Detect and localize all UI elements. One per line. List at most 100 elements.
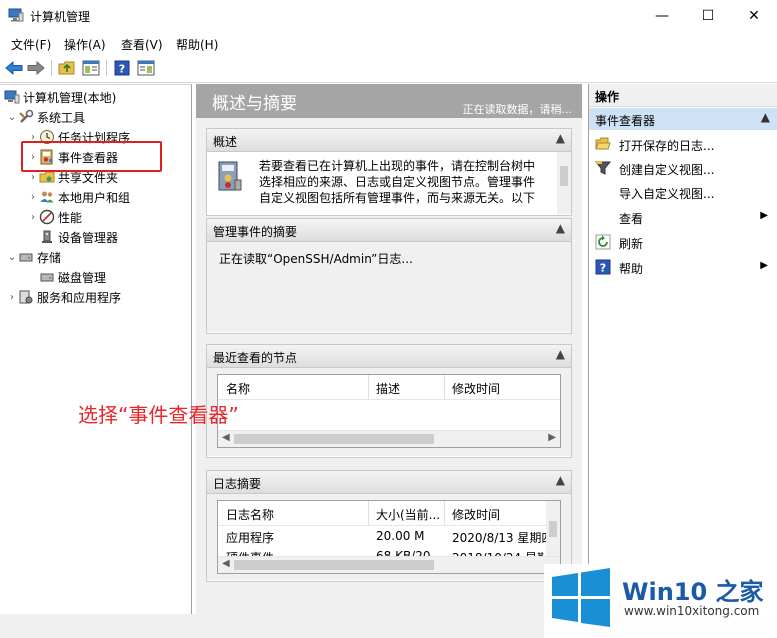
scroll-left-icon[interactable]: ◀: [222, 558, 230, 569]
action-help[interactable]: ? 帮助 ▶: [589, 255, 777, 279]
admin-summary-section: 管理事件的摘要 ▲ 正在读取“OpenSSH/Admin”日志...: [206, 218, 572, 334]
tree-node-disk-management[interactable]: 磁盘管理: [39, 267, 106, 287]
column-header-modified[interactable]: 修改时间: [452, 506, 500, 523]
toolbar-separator: [106, 60, 107, 76]
up-folder-icon[interactable]: [58, 59, 76, 77]
forward-arrow-icon[interactable]: [27, 59, 45, 77]
column-header-row: 名称 描述 修改时间: [218, 375, 560, 400]
storage-icon: [18, 249, 34, 265]
column-header-modified[interactable]: 修改时间: [452, 380, 500, 397]
log-summary-body: 日志名称 大小(当前... 修改时间 应用程序 20.00 M 2020/8/1…: [207, 494, 571, 580]
window-title: 计算机管理: [30, 10, 91, 24]
show-hide-tree-icon[interactable]: [82, 59, 100, 77]
refresh-icon: [595, 234, 611, 250]
highlight-box: [21, 141, 162, 172]
actions-subheader-label: 事件查看器: [595, 114, 656, 128]
section-title: 最近查看的节点: [213, 351, 298, 365]
maximize-button[interactable]: ☐: [685, 0, 731, 32]
close-button[interactable]: ✕: [731, 0, 777, 32]
tree-node-label: 磁盘管理: [58, 270, 107, 285]
chevron-up-icon[interactable]: ▲: [556, 473, 565, 487]
services-icon: [18, 289, 34, 305]
horizontal-scrollbar[interactable]: ◀ ▶: [218, 430, 560, 447]
action-label: 刷新: [619, 237, 644, 251]
back-arrow-icon[interactable]: [5, 59, 23, 77]
vertical-scrollbar[interactable]: [546, 501, 560, 557]
watermark: Win10 之家 www.win10xitong.com: [544, 564, 777, 638]
chevron-down-icon[interactable]: ⌄: [6, 112, 18, 123]
chevron-right-icon[interactable]: ›: [6, 292, 18, 303]
menu-action[interactable]: 操作(A): [64, 36, 106, 53]
menu-file[interactable]: 文件(F): [11, 36, 51, 53]
chevron-right-icon[interactable]: ›: [27, 192, 39, 203]
loading-status: 正在读取数据，请稍...: [462, 103, 573, 116]
action-refresh[interactable]: 刷新: [589, 230, 777, 254]
toolbar-separator: [51, 60, 52, 76]
action-import-custom-view[interactable]: 导入自定义视图...: [589, 180, 777, 204]
action-create-custom-view[interactable]: 创建自定义视图...: [589, 156, 777, 180]
action-open-saved-log[interactable]: 打开保存的日志...: [589, 132, 777, 156]
overview-text-line: 若要查看已在计算机上出现的事件，请在控制台树中: [259, 159, 536, 173]
admin-summary-header[interactable]: 管理事件的摘要 ▲: [207, 219, 571, 242]
actions-subheader-event-viewer[interactable]: 事件查看器 ▲: [589, 108, 777, 130]
chevron-up-icon[interactable]: ▲: [761, 110, 770, 124]
scrollbar-thumb[interactable]: [234, 434, 434, 444]
tree-node-label: 系统工具: [37, 110, 86, 125]
action-label: 帮助: [619, 262, 644, 276]
column-header-name[interactable]: 名称: [226, 380, 250, 397]
tree-node-storage[interactable]: ⌄ 存储: [6, 247, 61, 267]
submenu-arrow-icon: ▶: [760, 210, 768, 221]
log-summary-header[interactable]: 日志摘要 ▲: [207, 471, 571, 494]
section-title: 日志摘要: [213, 477, 262, 491]
table-row[interactable]: 应用程序 20.00 M 2020/8/13 星期四: [218, 526, 553, 546]
svg-text:?: ?: [119, 63, 125, 76]
menu-help[interactable]: 帮助(H): [176, 36, 218, 53]
chevron-up-icon[interactable]: ▲: [556, 221, 565, 235]
chevron-up-icon[interactable]: ▲: [556, 347, 565, 361]
column-header-log-name[interactable]: 日志名称: [226, 506, 274, 523]
scroll-left-icon[interactable]: ◀: [222, 432, 230, 443]
device-manager-icon: [39, 229, 55, 245]
tree-node-label: 服务和应用程序: [37, 290, 122, 305]
chevron-down-icon[interactable]: ⌄: [6, 252, 18, 263]
actions-title: 操作: [595, 90, 620, 104]
tree-node-local-users[interactable]: › 本地用户和组: [27, 187, 130, 207]
recent-nodes-section: 最近查看的节点 ▲ 名称 描述 修改时间 ◀ ▶: [206, 344, 572, 458]
action-view[interactable]: 查看 ▶: [589, 205, 777, 229]
recent-nodes-list: 名称 描述 修改时间 ◀ ▶: [217, 374, 561, 448]
tree-node-device-manager[interactable]: 设备管理器: [39, 227, 118, 247]
recent-nodes-header[interactable]: 最近查看的节点 ▲: [207, 345, 571, 368]
chevron-right-icon[interactable]: ›: [27, 172, 39, 183]
action-label: 导入自定义视图...: [619, 187, 715, 201]
column-header-row: 日志名称 大小(当前... 修改时间: [218, 501, 560, 526]
tree-node-label: 设备管理器: [58, 230, 119, 245]
menu-view[interactable]: 查看(V): [121, 36, 163, 53]
toolbar: ?: [0, 54, 777, 83]
tree-node-root[interactable]: 计算机管理(本地): [4, 87, 116, 107]
scrollbar-thumb[interactable]: [560, 166, 568, 186]
horizontal-scrollbar[interactable]: ◀: [218, 556, 560, 573]
scroll-right-icon[interactable]: ▶: [548, 432, 556, 443]
show-hide-action-pane-icon[interactable]: [137, 59, 155, 77]
chevron-right-icon[interactable]: ›: [27, 212, 39, 223]
overview-text-line: 自定义视图包括所有管理事件，而与来源无关。以下: [259, 191, 536, 205]
vertical-scrollbar[interactable]: [557, 152, 571, 214]
column-header-description[interactable]: 描述: [376, 380, 400, 397]
tree-node-label: 计算机管理(本地): [23, 90, 117, 105]
submenu-arrow-icon: ▶: [760, 260, 768, 271]
tools-icon: [18, 109, 34, 125]
tree-node-performance[interactable]: › 性能: [27, 207, 82, 227]
minimize-button[interactable]: —: [639, 0, 685, 32]
admin-summary-body: 正在读取“OpenSSH/Admin”日志...: [207, 242, 571, 332]
scrollbar-thumb[interactable]: [234, 560, 434, 570]
chevron-up-icon[interactable]: ▲: [556, 131, 565, 145]
tree-node-label: 性能: [58, 210, 83, 225]
tree-node-services-apps[interactable]: › 服务和应用程序: [6, 287, 121, 307]
scrollbar-thumb[interactable]: [549, 521, 557, 537]
help-icon[interactable]: ?: [113, 59, 131, 77]
tree-node-system-tools[interactable]: ⌄ 系统工具: [6, 107, 85, 127]
column-header-size[interactable]: 大小(当前...: [376, 506, 440, 523]
overview-header[interactable]: 概述 ▲: [207, 129, 571, 152]
recent-nodes-body: 名称 描述 修改时间 ◀ ▶: [207, 368, 571, 456]
overview-text: 若要查看已在计算机上出现的事件，请在控制台树中 选择相应的来源、日志或自定义视图…: [259, 158, 549, 212]
